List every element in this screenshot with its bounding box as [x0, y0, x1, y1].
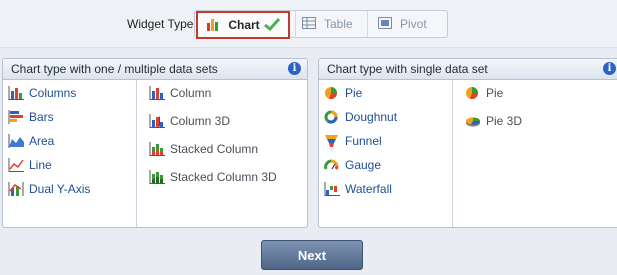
chart-type-label: Area	[29, 134, 55, 148]
chart-type-label: Stacked Column 3D	[170, 170, 277, 184]
chart-type-doughnut[interactable]: Doughnut	[324, 110, 397, 124]
chart-subtype-pie[interactable]: Pie	[465, 86, 503, 100]
chart-type-waterfall[interactable]: Waterfall	[324, 182, 392, 196]
columns-chart-icon	[8, 86, 24, 100]
chart-type-label: Gauge	[345, 158, 382, 172]
column-chart-icon	[149, 86, 165, 100]
bars-chart-icon	[8, 110, 24, 124]
chart-type-label: Doughnut	[345, 110, 398, 124]
chart-type-label: Bars	[29, 110, 54, 124]
chart-type-funnel[interactable]: Funnel	[324, 134, 382, 148]
dual-y-axis-chart-icon	[8, 182, 24, 196]
widget-type-chart-label: Chart	[228, 18, 260, 32]
chart-type-label: Column	[170, 86, 212, 100]
panel-header: Chart type with single data set i	[319, 59, 617, 80]
widget-type-pivot-option[interactable]: Pivot	[367, 11, 456, 37]
chart-subtype-stacked-column-3d[interactable]: Stacked Column 3D	[149, 170, 277, 184]
pie-chart-icon	[465, 86, 481, 100]
widget-type-chart-option[interactable]: Chart	[196, 11, 290, 39]
chart-type-bars[interactable]: Bars	[8, 110, 54, 124]
chart-subtype-pie-3d[interactable]: Pie 3D	[465, 114, 522, 128]
table-icon	[302, 16, 316, 32]
chart-type-label: Pie	[486, 86, 504, 100]
gauge-chart-icon	[324, 158, 340, 172]
pie-3d-chart-icon	[465, 114, 481, 128]
area-chart-icon	[8, 134, 24, 148]
chart-category-column: Columns Bars Area Line Dual Y-Axis	[3, 80, 136, 227]
bar-chart-icon	[206, 17, 220, 34]
info-icon[interactable]: i	[603, 62, 616, 75]
widget-type-table-label: Table	[324, 17, 353, 31]
chart-type-label: Columns	[29, 86, 77, 100]
chart-type-label: Stacked Column	[170, 142, 259, 156]
chart-type-area[interactable]: Area	[8, 134, 54, 148]
widget-type-table-option[interactable]: Table	[295, 11, 372, 37]
chart-type-gauge[interactable]: Gauge	[324, 158, 381, 172]
info-icon[interactable]: i	[288, 62, 301, 75]
widget-type-selector: Chart Table Pivot	[194, 10, 448, 39]
doughnut-chart-icon	[324, 110, 340, 124]
chart-subtype-column: Pie Pie 3D	[452, 80, 617, 227]
chart-type-label: Dual Y-Axis	[29, 182, 91, 196]
widget-type-pivot-label: Pivot	[400, 17, 427, 31]
panel-title: Chart type with one / multiple data sets	[11, 62, 218, 76]
chart-type-pie[interactable]: Pie	[324, 86, 362, 100]
chart-subtype-stacked-column[interactable]: Stacked Column	[149, 142, 258, 156]
chart-type-dual-y-axis[interactable]: Dual Y-Axis	[8, 182, 90, 196]
stacked-column-3d-chart-icon	[149, 170, 165, 184]
chart-subtype-column: Column Column 3D Stacked Column Stacked …	[136, 80, 307, 227]
chart-type-label: Waterfall	[345, 182, 392, 196]
check-icon	[263, 17, 280, 34]
waterfall-chart-icon	[324, 182, 340, 196]
widget-type-bar: Widget Type Chart Table Pivot	[0, 0, 617, 48]
chart-type-label: Funnel	[345, 134, 382, 148]
line-chart-icon	[8, 158, 24, 172]
chart-type-columns[interactable]: Columns	[8, 86, 76, 100]
next-button[interactable]: Next	[261, 240, 363, 270]
chart-category-column: Pie Doughnut Funnel Gauge Waterfall	[319, 80, 452, 227]
funnel-chart-icon	[324, 134, 340, 148]
chart-subtype-column-3d[interactable]: Column 3D	[149, 114, 230, 128]
pie-chart-icon	[324, 86, 340, 100]
panel-title: Chart type with single data set	[327, 62, 488, 76]
pivot-icon	[378, 16, 392, 32]
column-3d-chart-icon	[149, 114, 165, 128]
chart-type-label: Pie 3D	[486, 114, 523, 128]
chart-type-label: Pie	[345, 86, 363, 100]
stacked-column-chart-icon	[149, 142, 165, 156]
single-dataset-chart-panel: Chart type with single data set i Pie Do…	[318, 58, 617, 228]
chart-subtype-column[interactable]: Column	[149, 86, 211, 100]
chart-type-label: Line	[29, 158, 52, 172]
chart-type-line[interactable]: Line	[8, 158, 52, 172]
panel-header: Chart type with one / multiple data sets…	[3, 59, 307, 80]
widget-type-label: Widget Type	[127, 17, 194, 31]
chart-type-label: Column 3D	[170, 114, 231, 128]
multi-dataset-chart-panel: Chart type with one / multiple data sets…	[2, 58, 308, 228]
